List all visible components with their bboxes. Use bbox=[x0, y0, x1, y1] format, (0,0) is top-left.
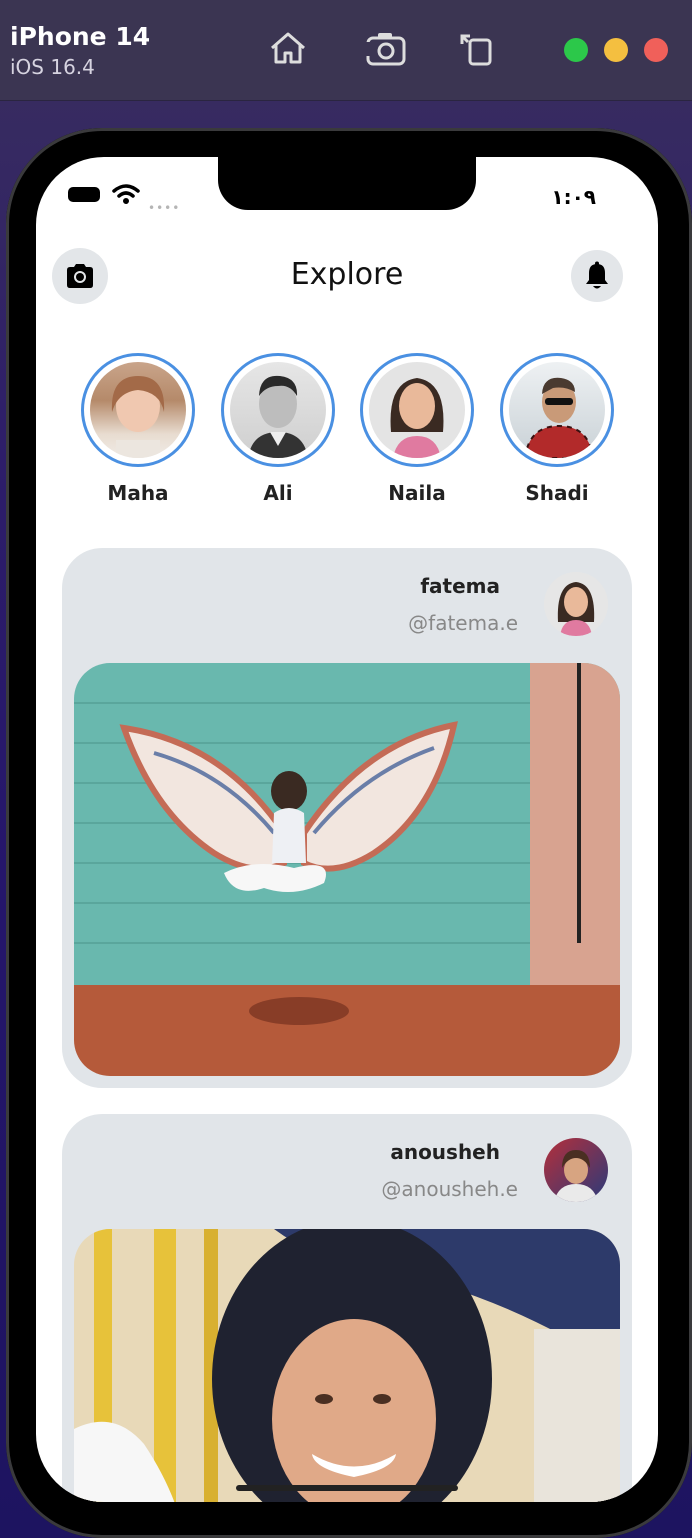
story-ring bbox=[360, 353, 474, 467]
home-icon[interactable] bbox=[266, 28, 310, 68]
post-image[interactable] bbox=[74, 663, 620, 1076]
story-item[interactable]: Shadi bbox=[499, 353, 615, 505]
page-title: Explore bbox=[290, 257, 404, 292]
status-time: ١:٠٩ bbox=[551, 185, 596, 209]
post-card[interactable]: anousheh @anousheh.e bbox=[62, 1114, 632, 1502]
rotate-icon[interactable] bbox=[456, 28, 500, 68]
screenshot-icon[interactable] bbox=[364, 28, 408, 68]
post-author-handle: @fatema.e bbox=[408, 611, 518, 635]
avatar bbox=[230, 362, 326, 458]
avatar bbox=[90, 362, 186, 458]
cellular-signal-icon: •••• bbox=[148, 201, 181, 215]
phone-screen: •••• ١:٠٩ Explore Maha Ali Naila Shadi f… bbox=[36, 157, 658, 1502]
post-image[interactable] bbox=[74, 1229, 620, 1502]
story-name: Maha bbox=[107, 481, 169, 505]
bell-icon bbox=[586, 261, 608, 289]
story-ring bbox=[81, 353, 195, 467]
simulator-toolbar: iPhone 14 iOS 16.4 bbox=[0, 0, 692, 101]
post-card[interactable]: fatema @fatema.e bbox=[62, 548, 632, 1088]
story-name: Ali bbox=[263, 481, 293, 505]
wifi-icon bbox=[112, 183, 140, 205]
device-name: iPhone 14 bbox=[10, 22, 151, 51]
notch bbox=[218, 157, 476, 210]
story-name: Shadi bbox=[525, 481, 589, 505]
story-name: Naila bbox=[388, 481, 446, 505]
traffic-light-red[interactable] bbox=[644, 38, 668, 62]
post-author-handle: @anousheh.e bbox=[381, 1177, 518, 1201]
story-item[interactable]: Maha bbox=[80, 353, 196, 505]
traffic-light-yellow[interactable] bbox=[604, 38, 628, 62]
story-item[interactable]: Ali bbox=[220, 353, 336, 505]
story-item[interactable]: Naila bbox=[359, 353, 475, 505]
os-version: iOS 16.4 bbox=[10, 55, 95, 79]
avatar[interactable] bbox=[544, 1138, 608, 1202]
post-author-name: fatema bbox=[420, 574, 500, 598]
avatar bbox=[369, 362, 465, 458]
battery-icon bbox=[68, 187, 100, 202]
story-ring bbox=[500, 353, 614, 467]
post-author-name: anousheh bbox=[390, 1140, 500, 1164]
notifications-button[interactable] bbox=[571, 250, 623, 302]
home-indicator bbox=[236, 1485, 458, 1491]
story-ring bbox=[221, 353, 335, 467]
avatar[interactable] bbox=[544, 572, 608, 636]
stories-row: Maha Ali Naila Shadi bbox=[80, 353, 620, 505]
avatar bbox=[509, 362, 605, 458]
traffic-light-green[interactable] bbox=[564, 38, 588, 62]
